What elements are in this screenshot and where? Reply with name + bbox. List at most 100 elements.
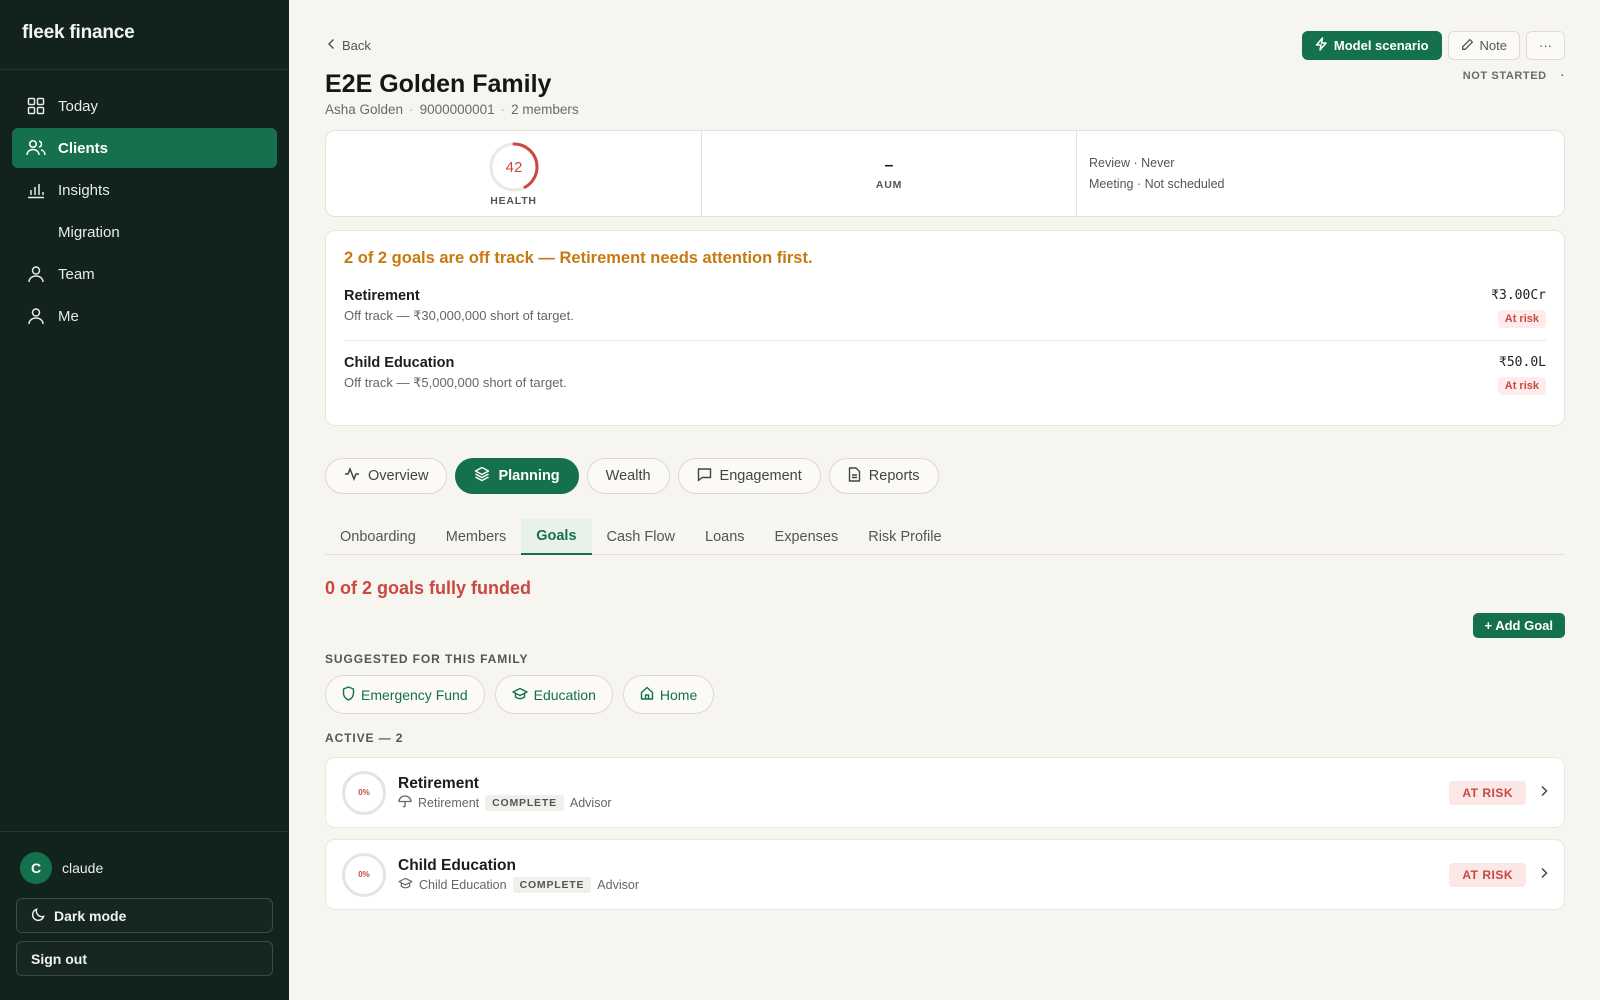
- goal-owner: Advisor: [597, 877, 639, 892]
- sidebar: fleek finance Today Clients Insights Mig…: [0, 0, 289, 1000]
- user-icon: [26, 306, 46, 326]
- tab-label: Engagement: [719, 468, 802, 484]
- sidebar-nav: Today Clients Insights Migration Team Me: [0, 70, 289, 336]
- alert-goal-row[interactable]: Child Education Off track — ₹5,000,000 s…: [344, 355, 1546, 407]
- lightning-icon: [1315, 37, 1328, 54]
- sidebar-item-migration[interactable]: Migration: [12, 212, 277, 252]
- subtab-cash-flow[interactable]: Cash Flow: [592, 519, 691, 555]
- tab-reports[interactable]: Reports: [828, 458, 939, 494]
- review-cell: Review · Never Meeting · Not scheduled: [1077, 131, 1564, 216]
- dark-mode-label: Dark mode: [54, 907, 127, 924]
- funded-summary: 0 of 2 goals fully funded: [325, 578, 532, 598]
- chevron-right-icon[interactable]: [1540, 784, 1548, 802]
- data-status-badge: COMPLETE: [512, 876, 592, 893]
- tab-wealth[interactable]: Wealth: [586, 458, 670, 494]
- suggest-home[interactable]: Home: [622, 675, 715, 714]
- health-value: 42: [505, 159, 522, 176]
- aum-cell: – AUM: [702, 131, 1077, 216]
- suggest-emergency-fund[interactable]: Emergency Fund: [325, 675, 485, 714]
- moon-icon: [31, 907, 46, 925]
- tab-engagement[interactable]: Engagement: [677, 458, 821, 494]
- tab-planning[interactable]: Planning: [455, 458, 579, 494]
- alert-goal-amount: ₹3.00Cr: [1491, 288, 1546, 303]
- add-goal-button[interactable]: + Add Goal: [1472, 613, 1565, 638]
- data-status-badge: COMPLETE: [485, 794, 564, 811]
- status-badge: AT RISK: [1449, 862, 1526, 887]
- more-icon: ···: [1539, 38, 1552, 53]
- alert-goal-amount: ₹50.0L: [1499, 355, 1546, 370]
- alert-title: 2 of 2 goals are off track — Retirement …: [344, 249, 813, 267]
- family-meta: Asha Golden · 9000000001 · 2 members: [325, 102, 579, 117]
- sidebar-item-today[interactable]: Today: [12, 86, 277, 126]
- goal-card-child-education[interactable]: 0% Child Education Child Education COMPL…: [325, 839, 1565, 910]
- graduation-cap-icon: [511, 687, 528, 703]
- document-icon: [848, 466, 861, 486]
- alert-goal-name: Retirement: [344, 288, 420, 304]
- status-badge: NOT STARTED: [1462, 70, 1547, 82]
- suggested-heading: SUGGESTED FOR THIS FAMILY: [325, 652, 529, 666]
- tab-label: Wealth: [605, 468, 651, 484]
- goal-name: Child Education: [398, 856, 516, 874]
- chevron-right-icon[interactable]: [1540, 866, 1548, 884]
- planning-subtabs: Onboarding Members Goals Cash Flow Loans…: [325, 519, 1565, 555]
- goal-card-retirement[interactable]: 0% Retirement Retirement COMPLETE Adviso…: [325, 757, 1565, 828]
- active-goals-heading: ACTIVE — 2: [325, 731, 404, 745]
- shield-icon: [342, 685, 355, 704]
- model-scenario-button[interactable]: Model scenario: [1301, 31, 1442, 60]
- back-link[interactable]: Back: [327, 38, 371, 53]
- subtab-members[interactable]: Members: [431, 519, 521, 555]
- activity-icon: [344, 466, 360, 485]
- subtab-onboarding[interactable]: Onboarding: [325, 519, 431, 555]
- health-label: HEALTH: [490, 194, 537, 207]
- pencil-icon: [1461, 38, 1474, 54]
- sidebar-item-clients[interactable]: Clients: [12, 128, 277, 168]
- meeting-status: Meeting · Not scheduled: [1089, 176, 1225, 191]
- brand-logo[interactable]: fleek finance: [0, 0, 289, 70]
- sidebar-item-me[interactable]: Me: [12, 296, 277, 336]
- subtab-goals[interactable]: Goals: [521, 519, 592, 555]
- goal-card-right: AT RISK: [1449, 862, 1548, 887]
- grid-icon: [26, 96, 46, 116]
- alert-goal-name: Child Education: [344, 355, 455, 371]
- alert-goal-detail: Off track — ₹5,000,000 short of target.: [344, 375, 567, 390]
- aum-label: AUM: [875, 178, 903, 191]
- layers-icon: [474, 466, 490, 486]
- bar-chart-icon: [26, 180, 46, 200]
- alert-goal-row[interactable]: Retirement Off track — ₹30,000,000 short…: [344, 288, 1546, 341]
- subtab-risk-profile[interactable]: Risk Profile: [853, 519, 956, 555]
- umbrella-icon: [398, 794, 412, 811]
- home-icon: [640, 686, 654, 703]
- note-label: Note: [1479, 38, 1507, 53]
- subtab-loans[interactable]: Loans: [690, 519, 760, 555]
- sidebar-item-team[interactable]: Team: [12, 254, 277, 294]
- sidebar-footer: C claude Dark mode Sign out: [0, 831, 289, 1000]
- current-user[interactable]: C claude: [20, 852, 273, 884]
- sidebar-item-label: Insights: [58, 181, 110, 199]
- tab-label: Planning: [498, 468, 560, 484]
- users-icon: [26, 138, 46, 158]
- tab-overview[interactable]: Overview: [325, 458, 448, 494]
- phone-number: 9000000001: [419, 102, 495, 117]
- goal-category: Child Education: [419, 877, 507, 892]
- user-name: claude: [62, 860, 104, 876]
- goal-card-body: Retirement Retirement COMPLETE Advisor: [398, 775, 612, 811]
- sidebar-item-insights[interactable]: Insights: [12, 170, 277, 210]
- page-title: E2E Golden Family: [325, 70, 552, 98]
- dark-mode-button[interactable]: Dark mode: [16, 898, 273, 933]
- user-icon: [26, 264, 46, 284]
- engagement-status: NOT STARTED ·: [1463, 70, 1565, 82]
- off-track-alert: 2 of 2 goals are off track — Retirement …: [325, 230, 1565, 426]
- more-options-button[interactable]: ···: [1526, 31, 1565, 60]
- sign-out-button[interactable]: Sign out: [16, 941, 273, 976]
- primary-contact: Asha Golden: [325, 102, 404, 117]
- sidebar-item-label: Clients: [58, 139, 109, 157]
- back-label: Back: [342, 38, 371, 53]
- goal-progress-ring: 0%: [342, 770, 386, 815]
- goal-progress-ring: 0%: [342, 852, 386, 897]
- subtab-expenses[interactable]: Expenses: [760, 519, 854, 555]
- suggest-education[interactable]: Education: [494, 675, 613, 714]
- goal-card-body: Child Education Child Education COMPLETE…: [398, 857, 639, 893]
- note-button[interactable]: Note: [1447, 31, 1520, 60]
- status-dot: ·: [1560, 70, 1565, 82]
- sidebar-item-label: Me: [58, 307, 79, 325]
